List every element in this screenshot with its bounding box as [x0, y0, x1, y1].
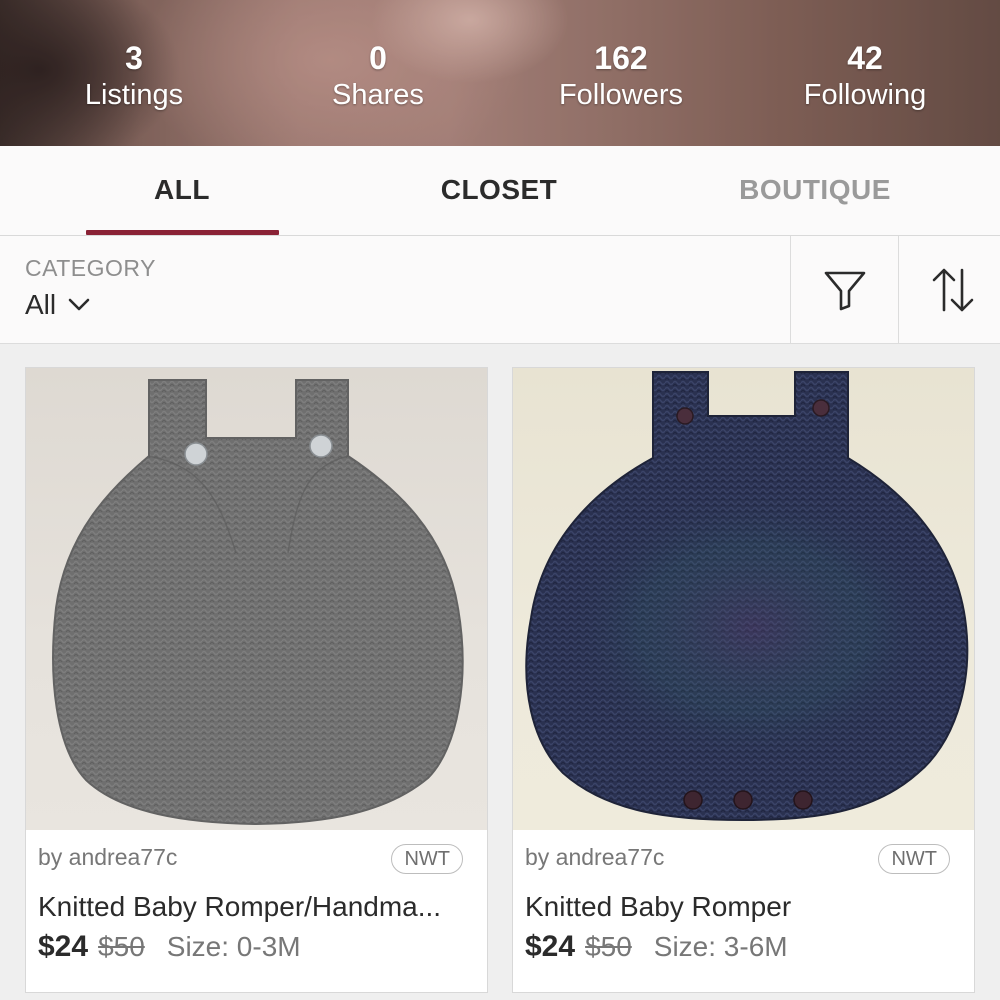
tab-boutique[interactable]: BOUTIQUE	[655, 146, 975, 236]
listing-photo[interactable]	[513, 368, 974, 830]
stat-shares-label: Shares	[332, 79, 424, 111]
original-price: $50	[585, 931, 632, 962]
nwt-badge: NWT	[878, 844, 950, 874]
filter-bar: CATEGORY All	[0, 236, 1000, 344]
stat-following-label: Following	[803, 79, 927, 111]
filter-funnel-icon	[824, 271, 865, 311]
listing-size: Size: 0-3M	[166, 931, 301, 962]
sort-arrows-icon	[932, 268, 973, 312]
gray-knit-romper-image	[52, 379, 464, 826]
stat-followers-label: Followers	[558, 79, 684, 111]
listing-photo[interactable]	[26, 368, 487, 830]
price-row: $24 $50 Size: 0-3M	[38, 928, 301, 971]
category-label: CATEGORY	[25, 255, 156, 281]
listing-size: Size: 3-6M	[653, 931, 788, 962]
sort-button[interactable]	[898, 236, 1000, 344]
category-dropdown[interactable]: CATEGORY All	[25, 254, 325, 330]
original-price: $50	[98, 931, 145, 962]
listing-title[interactable]: Knitted Baby Romper/Handma...	[38, 888, 478, 926]
active-tab-indicator	[86, 230, 279, 235]
seller-name[interactable]: by andrea77c	[38, 844, 177, 871]
nwt-badge: NWT	[391, 844, 463, 874]
navy-knit-romper-image	[525, 371, 969, 822]
price-row: $24 $50 Size: 3-6M	[525, 928, 788, 971]
listing-card[interactable]: by andrea77c NWT Knitted Baby Romper/Han…	[25, 367, 488, 993]
stat-listings-label: Listings	[84, 79, 184, 111]
filter-button[interactable]	[790, 236, 898, 344]
stat-followers[interactable]: 162 Followers	[501, 38, 741, 112]
stat-following[interactable]: 42 Following	[745, 38, 985, 112]
listing-title[interactable]: Knitted Baby Romper	[525, 888, 965, 926]
seller-name[interactable]: by andrea77c	[525, 844, 664, 871]
listing-card[interactable]: by andrea77c NWT Knitted Baby Romper $24…	[512, 367, 975, 993]
tab-all[interactable]: ALL	[22, 146, 342, 236]
chevron-down-icon	[68, 298, 90, 311]
listing-price: $24	[525, 930, 576, 963]
stat-shares[interactable]: 0 Shares	[258, 38, 498, 112]
closet-tabs: ALL CLOSET BOUTIQUE	[0, 146, 1000, 236]
stat-following-count: 42	[847, 40, 883, 76]
tab-closet[interactable]: CLOSET	[339, 146, 659, 236]
category-value: All	[25, 289, 57, 320]
stat-shares-count: 0	[369, 40, 387, 76]
listing-price: $24	[38, 930, 89, 963]
stat-listings[interactable]: 3 Listings	[14, 38, 254, 112]
stat-listings-count: 3	[125, 40, 143, 76]
stat-followers-count: 162	[594, 40, 648, 76]
profile-cover-header: 3 Listings 0 Shares 162 Followers 42 Fol…	[0, 0, 1000, 146]
